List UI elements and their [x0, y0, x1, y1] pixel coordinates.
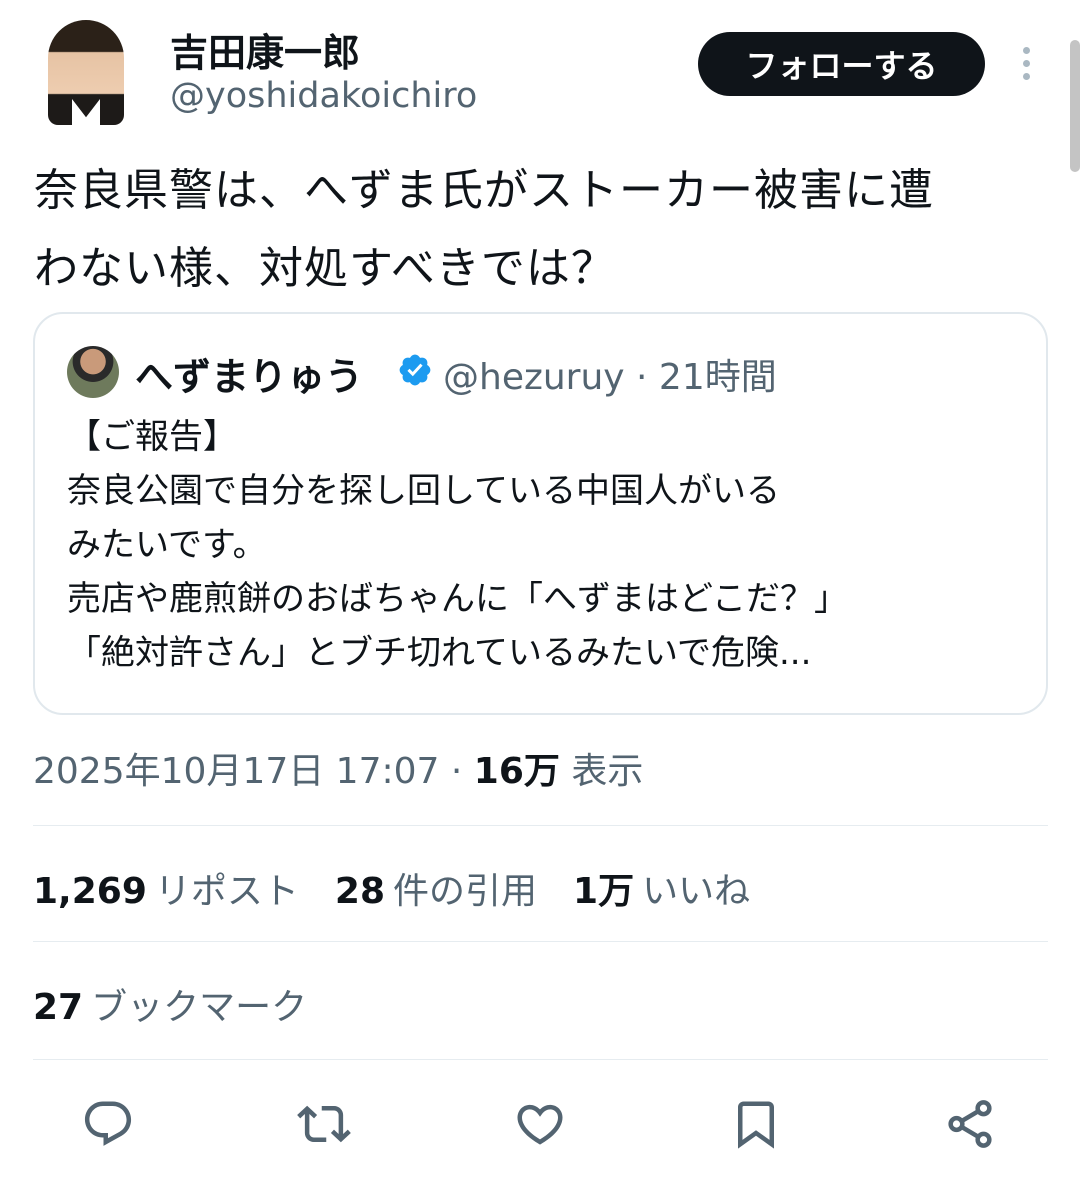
quoted-text-line: みたいです。: [67, 525, 267, 565]
reposts-stat[interactable]: 1,269 リポスト: [33, 862, 299, 914]
verified-badge-icon: [399, 354, 431, 386]
quotes-stat[interactable]: 28 件の引用: [335, 862, 537, 914]
quoted-text-line: 奈良公園で自分を探し回している中国人がいる: [67, 471, 780, 511]
likes-count: 1万: [573, 871, 635, 912]
quotes-count: 28: [334, 871, 385, 912]
scrollbar[interactable]: [1070, 40, 1080, 172]
bookmark-button[interactable]: [726, 1094, 786, 1154]
engagement-stats: 1,269 リポスト 28 件の引用 1万 いいね: [33, 862, 750, 914]
quoted-tweet-text: 【ご報告】 奈良公園で自分を探し回している中国人がいる みたいです。 売店や鹿煎…: [67, 410, 1027, 680]
reposts-count: 1,269: [33, 871, 147, 912]
divider: [33, 825, 1048, 826]
quoted-author-handle-time: @hezuruy · 21時間: [443, 357, 777, 398]
tweet-text: 奈良県警は、へずま氏がストーカー被害に遭 わない様、対処すべきでは？: [34, 152, 1044, 308]
quoted-text-line: 【ご報告】: [67, 417, 237, 457]
likes-label: いいね: [642, 871, 751, 912]
quoted-author-avatar: [67, 346, 119, 398]
quoted-text-line: 売店や鹿煎餅のおばちゃんに「へずまはどこだ？」: [67, 579, 848, 619]
tweet-meta: 2025年10月17日 17:07 · 16万 表示: [33, 742, 643, 794]
more-options-icon[interactable]: [1012, 44, 1040, 84]
bookmarks-stat[interactable]: 27 ブックマーク: [33, 978, 307, 1030]
share-button[interactable]: [940, 1094, 1000, 1154]
likes-stat[interactable]: 1万 いいね: [573, 862, 750, 914]
bookmarks-label: ブックマーク: [91, 987, 308, 1028]
author-avatar[interactable]: [48, 20, 124, 125]
quoted-text-line: 「絶対許さん」とブチ切れているみたいで危険...: [67, 633, 812, 673]
quoted-author-name: へずまりゅう: [135, 355, 364, 399]
quotes-label: 件の引用: [393, 871, 538, 912]
reply-icon: [84, 1101, 132, 1146]
views-label: 表示: [559, 751, 644, 792]
author-name[interactable]: 吉田康一郎: [170, 22, 360, 77]
tweet-text-line: 奈良県警は、へずま氏がストーカー被害に遭: [34, 165, 934, 216]
views-count: 16万: [473, 751, 560, 792]
tweet-timestamp[interactable]: 2025年10月17日 17:07 ·: [33, 751, 474, 792]
bookmarks-count: 27: [33, 987, 84, 1028]
repost-button[interactable]: [294, 1094, 354, 1154]
reposts-label: リポスト: [154, 871, 299, 912]
like-button[interactable]: [510, 1094, 570, 1154]
repost-icon: [297, 1105, 351, 1143]
share-icon: [948, 1100, 992, 1148]
quoted-tweet-card[interactable]: へずまりゅう @hezuruy · 21時間 【ご報告】 奈良公園で自分を探し回…: [33, 312, 1048, 715]
divider: [33, 941, 1048, 942]
author-handle[interactable]: @yoshidakoichiro: [170, 76, 477, 116]
like-icon: [517, 1104, 563, 1145]
tweet-text-line: わない様、対処すべきでは？: [34, 243, 616, 294]
follow-button[interactable]: フォローする: [698, 32, 985, 96]
bookmark-icon: [738, 1101, 774, 1149]
reply-button[interactable]: [78, 1094, 138, 1154]
divider: [33, 1059, 1048, 1060]
tweet-detail-page: 吉田康一郎 @yoshidakoichiro フォローする 奈良県警は、へずま氏…: [0, 0, 1080, 1183]
